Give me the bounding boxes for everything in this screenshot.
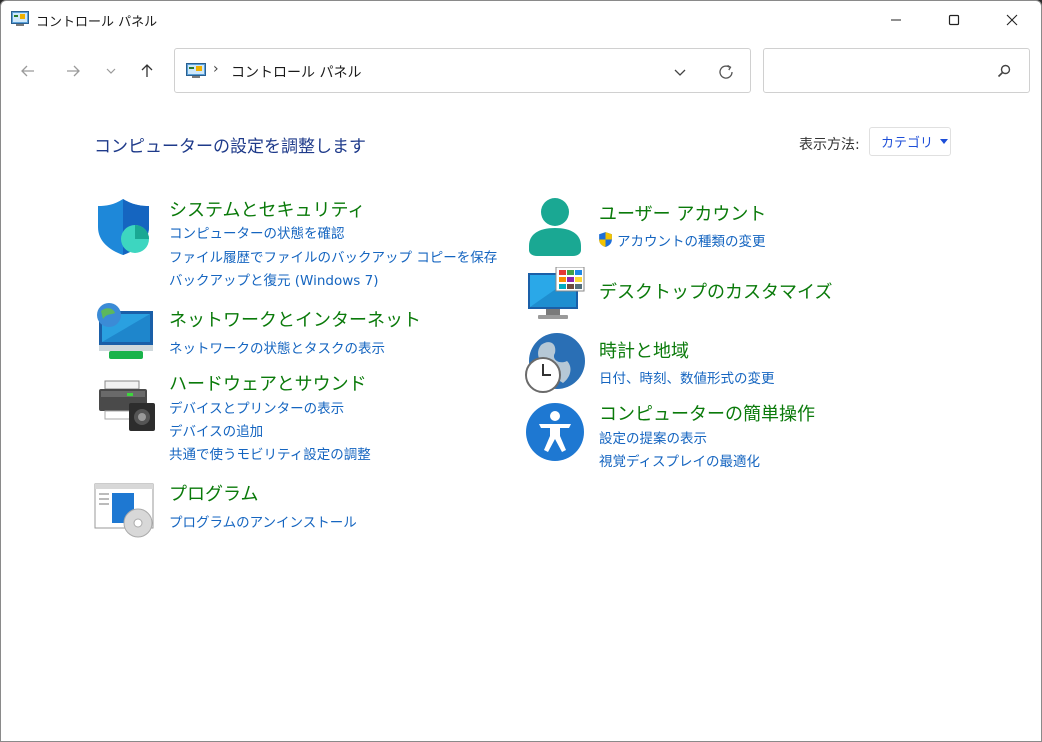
maximize-icon (948, 14, 960, 26)
search-input[interactable] (772, 59, 992, 83)
link-network-status-tasks[interactable]: ネットワークの状態とタスクの表示 (169, 337, 385, 357)
chevron-down-icon (106, 68, 116, 74)
arrow-up-icon (141, 64, 153, 77)
link-mobility-settings[interactable]: 共通で使うモビリティ設定の調整 (169, 443, 371, 463)
view-by-label: 表示方法: (799, 137, 860, 153)
clock-globe-icon[interactable] (523, 331, 587, 395)
chevron-down-icon (674, 69, 686, 76)
desktop-personalization-icon[interactable] (526, 267, 586, 323)
shield-icon[interactable] (95, 197, 155, 257)
category-system-security[interactable]: システムとセキュリティ (169, 196, 365, 222)
up-button[interactable] (133, 57, 161, 85)
window-title: コントロール パネル (36, 15, 158, 30)
network-icon[interactable] (95, 303, 157, 361)
address-history-dropdown[interactable] (669, 61, 691, 83)
view-by-value: カテゴリ (881, 136, 934, 151)
category-appearance-personalization[interactable]: デスクトップのカスタマイズ (599, 278, 832, 304)
close-button[interactable] (983, 1, 1041, 39)
forward-button[interactable] (59, 57, 87, 85)
address-bar[interactable]: › コントロール パネル (174, 48, 751, 93)
page-title: コンピューターの設定を調整します (94, 137, 366, 157)
breadcrumb-separator[interactable]: › (213, 61, 219, 77)
link-optimize-visual-display[interactable]: 視覚ディスプレイの最適化 (599, 450, 760, 470)
search-icon[interactable] (996, 63, 1012, 79)
category-user-accounts[interactable]: ユーザー アカウント (599, 200, 766, 226)
link-date-time-number-format[interactable]: 日付、時刻、数値形式の変更 (599, 367, 775, 387)
control-panel-window: コントロール パネル › コントロール パネル コンピューターの設定を調整します… (0, 0, 1042, 742)
maximize-button[interactable] (925, 1, 983, 39)
category-programs[interactable]: プログラム (169, 480, 258, 506)
close-icon (1006, 14, 1018, 26)
arrow-left-icon (21, 65, 34, 77)
printer-icon[interactable] (97, 379, 157, 433)
accessibility-icon[interactable] (525, 402, 585, 462)
arrow-right-icon (67, 65, 80, 77)
link-change-account-type-label[interactable]: アカウントの種類の変更 (617, 234, 766, 250)
link-file-history-backup[interactable]: ファイル履歴でファイルのバックアップ コピーを保存 (169, 246, 497, 266)
minimize-button[interactable] (867, 1, 925, 39)
control-panel-icon (11, 11, 29, 26)
search-box[interactable] (763, 48, 1030, 93)
title-bar[interactable]: コントロール パネル (1, 1, 1041, 39)
minimize-icon (891, 19, 901, 21)
category-hardware-sound[interactable]: ハードウェアとサウンド (169, 370, 367, 396)
category-clock-region[interactable]: 時計と地域 (599, 337, 689, 363)
caret-down-icon (940, 139, 949, 144)
recent-locations-button[interactable] (98, 57, 124, 85)
link-let-windows-suggest-settings[interactable]: 設定の提案の表示 (599, 427, 707, 447)
category-network-internet[interactable]: ネットワークとインターネット (169, 306, 421, 332)
breadcrumb-control-panel[interactable]: コントロール パネル (231, 62, 361, 82)
back-button[interactable] (14, 57, 42, 85)
link-change-account-type[interactable]: アカウントの種類の変更 (597, 230, 766, 250)
category-ease-of-access[interactable]: コンピューターの簡単操作 (599, 400, 815, 426)
refresh-icon (719, 64, 733, 79)
uac-shield-icon (599, 232, 612, 247)
link-check-computer-status[interactable]: コンピューターの状態を確認 (169, 222, 345, 242)
view-by-dropdown[interactable]: カテゴリ (869, 127, 951, 156)
user-account-icon[interactable] (527, 196, 583, 258)
control-panel-icon (186, 63, 206, 78)
link-uninstall-program[interactable]: プログラムのアンインストール (169, 511, 357, 531)
link-backup-restore[interactable]: バックアップと復元 (Windows 7) (169, 269, 378, 289)
link-devices-printers[interactable]: デバイスとプリンターの表示 (169, 397, 344, 417)
programs-icon[interactable] (94, 483, 156, 539)
refresh-button[interactable] (714, 60, 738, 84)
link-add-device[interactable]: デバイスの追加 (169, 420, 263, 440)
